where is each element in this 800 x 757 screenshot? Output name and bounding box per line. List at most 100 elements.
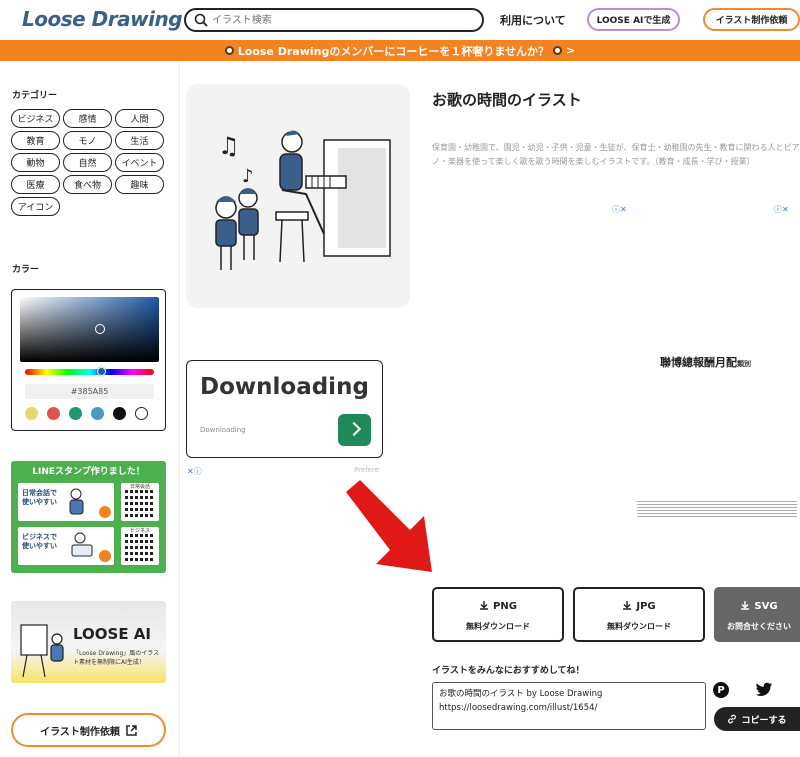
loose-ai-promo[interactable]: LOOSE AI 「Loose Drawing」風のイラスト素材を無制限にAI生… (11, 601, 166, 683)
sticker-count-badge (99, 506, 111, 518)
line-sticker-card: ビジネスで 使いやすい (18, 527, 114, 565)
coffee-icon (553, 46, 563, 55)
banner-text: Loose Drawingのメンバーにコーヒーを１杯奢りませんか？ (237, 44, 550, 58)
ai-promo-title: LOOSE AI (73, 625, 151, 643)
sidebar-request-button[interactable]: イラスト制作依頼 (11, 713, 166, 747)
category-chip[interactable]: 人間 (115, 109, 164, 128)
adchoices-icon[interactable]: ⓘ✕ (612, 204, 627, 215)
line-promo-title: LINEスタンプ作りました！ (32, 467, 145, 477)
illustration-preview[interactable]: ♫ ♪ (186, 84, 410, 308)
category-chip[interactable]: 自然 (63, 153, 112, 172)
color-swatch[interactable] (69, 407, 82, 420)
share-text-field[interactable] (432, 682, 706, 730)
download-sub: 無料ダウンロード (466, 622, 530, 631)
color-swatch[interactable] (91, 407, 104, 420)
jpg-download-button[interactable]: JPG 無料ダウンロード (573, 587, 705, 642)
category-title: カテゴリー (12, 91, 58, 101)
person-illustration-icon (71, 532, 93, 557)
twitter-icon[interactable] (755, 682, 773, 698)
loose-ai-button[interactable]: LOOSE AIで生成 (587, 8, 680, 31)
illustration-request-button[interactable]: イラスト制作依頼 (703, 8, 800, 31)
coffee-banner[interactable]: Loose Drawingのメンバーにコーヒーを１杯奢りませんか？ > (0, 40, 800, 61)
color-swatch[interactable] (25, 407, 38, 420)
adchoices-icon[interactable]: ⓘ✕ (774, 204, 789, 215)
search-icon (194, 13, 208, 27)
site-header: Loose Drawing 利用について LOOSE AIで生成 イラスト制作依… (0, 0, 800, 40)
line-sticker-promo[interactable]: LINEスタンプ作りました！ 日常会話で 使いやすい 日常会話 ビジネスで 使い… (11, 461, 166, 573)
share-title: イラストをみんなにおすすめしてね！ (432, 666, 585, 676)
category-chip[interactable]: ビジネス (11, 109, 60, 128)
color-swatches (25, 407, 148, 420)
line-card-text: 日常会話で 使いやすい (22, 489, 57, 506)
ad-banner[interactable]: Downloading Downloading (186, 360, 383, 458)
external-link-icon (126, 724, 137, 736)
download-icon (623, 601, 632, 610)
color-field[interactable] (20, 297, 159, 362)
hex-value[interactable]: #385A85 (25, 384, 154, 399)
ad-text-small: 類別 (737, 360, 751, 368)
qr-pattern (125, 489, 155, 517)
category-list: ビジネス 感情 人間 教育 モノ 生活 動物 自然 イベント 医療 食べ物 趣味… (11, 109, 169, 216)
category-chip[interactable]: 医療 (11, 175, 60, 194)
artist-illustration-icon (20, 624, 64, 678)
download-sub: お問合せください (727, 622, 791, 631)
color-swatch[interactable] (113, 407, 126, 420)
coffee-icon (224, 46, 234, 55)
hue-slider[interactable] (25, 367, 154, 376)
category-chip[interactable]: イベント (115, 153, 164, 172)
person-illustration-icon (69, 488, 84, 515)
page-title: お歌の時間のイラスト (432, 91, 582, 109)
link-icon (728, 714, 737, 724)
svg-text:♫: ♫ (218, 132, 240, 160)
banner-arrow: > (566, 44, 576, 57)
qr-code: ビジネス (121, 527, 159, 565)
category-chip[interactable]: 趣味 (115, 175, 164, 194)
svg-download-button[interactable]: SVG お問合せください (714, 587, 800, 642)
sticker-count-badge (99, 550, 111, 562)
copy-button[interactable]: コピーする (714, 707, 800, 731)
nav-about-link[interactable]: 利用について (500, 12, 566, 28)
category-chip[interactable]: モノ (63, 131, 112, 150)
svg-text:♪: ♪ (242, 166, 254, 187)
color-swatch[interactable] (135, 407, 148, 420)
copy-button-label: コピーする (741, 715, 787, 726)
pinterest-icon[interactable]: P (713, 682, 729, 698)
search-input[interactable] (212, 11, 472, 29)
color-picker-handle[interactable] (95, 324, 105, 334)
illustration-description: 保育園・幼稚園で、園児・幼児・子供・児童・生徒が、保育士・幼稚園の先生・教育に関… (432, 143, 800, 166)
download-label: JPG (575, 600, 703, 612)
category-chip[interactable]: 感情 (63, 109, 112, 128)
ad-headline: Downloading (200, 374, 369, 400)
qr-code: 日常会話 (121, 483, 159, 521)
ad-text[interactable]: 聯博總報酬月配類別 (660, 354, 751, 370)
color-picker: #385A85 (11, 289, 166, 431)
category-chip[interactable]: 生活 (115, 131, 164, 150)
download-sub: 無料ダウンロード (607, 622, 671, 631)
ad-fine-print (637, 501, 797, 517)
ad-arrow-button[interactable] (338, 414, 371, 446)
hue-slider-knob[interactable] (97, 367, 106, 376)
category-chip[interactable]: 動物 (11, 153, 60, 172)
red-arrow-icon (346, 480, 432, 572)
color-swatch[interactable] (47, 407, 60, 420)
search-box[interactable] (184, 8, 484, 32)
category-chip[interactable]: 教育 (11, 131, 60, 150)
download-icon (741, 601, 750, 610)
line-card-text: ビジネスで 使いやすい (22, 533, 57, 550)
ad-preferences-link[interactable]: Prefere (354, 466, 379, 474)
ad-text-main: 聯博總報酬月配 (660, 356, 737, 369)
site-logo[interactable]: Loose Drawing (22, 7, 183, 31)
category-chip[interactable]: 食べ物 (63, 175, 112, 194)
ai-promo-subtitle: 「Loose Drawing」風のイラスト素材を無制限にAI生成！ (73, 650, 160, 666)
download-icon (480, 601, 489, 610)
download-label: PNG (434, 600, 562, 612)
png-download-button[interactable]: PNG 無料ダウンロード (432, 587, 564, 642)
ad-close-icon[interactable]: ✕ⓘ (187, 466, 202, 477)
line-sticker-card: 日常会話で 使いやすい (18, 483, 114, 521)
category-chip[interactable]: アイコン (11, 197, 60, 216)
ad-small-text: Downloading (200, 426, 246, 434)
qr-pattern (125, 533, 155, 561)
download-label: SVG (716, 600, 800, 612)
request-button-label: イラスト制作依頼 (40, 726, 120, 738)
singing-illustration: ♫ ♪ (215, 130, 391, 270)
